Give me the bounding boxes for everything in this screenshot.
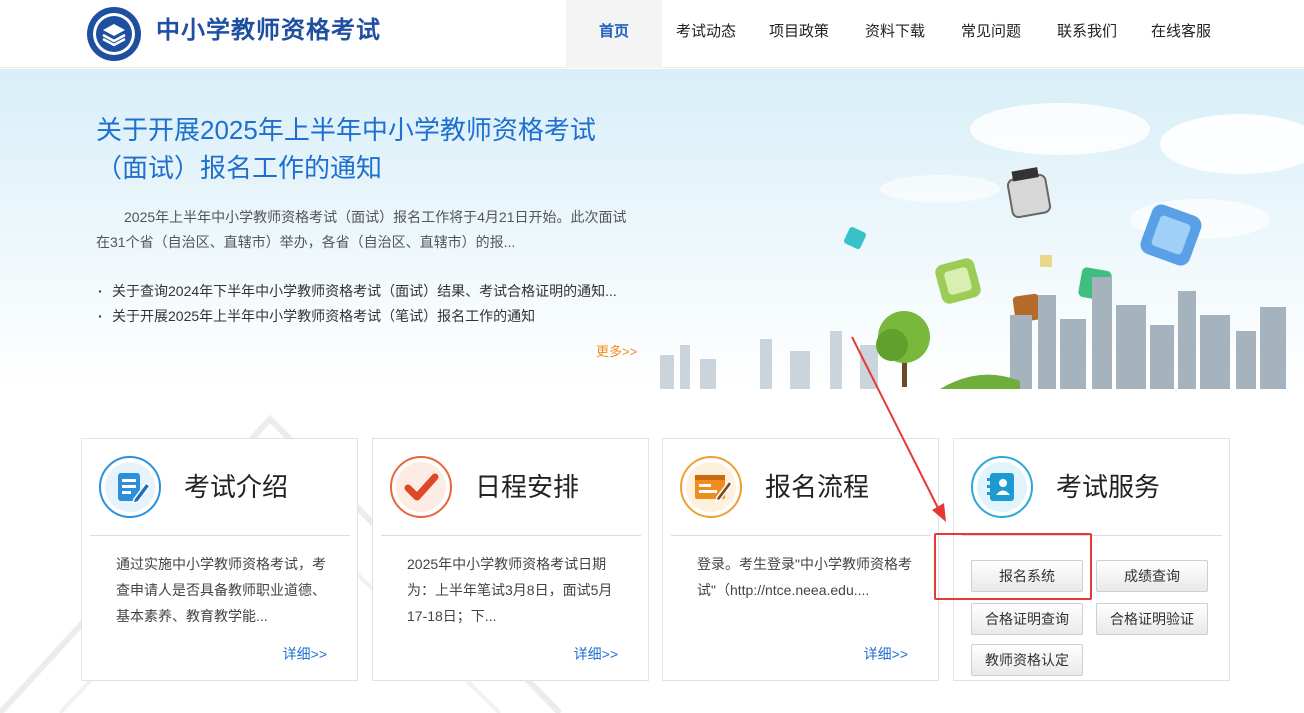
card-title[interactable]: 考试介绍 xyxy=(184,467,288,507)
site-header: 中小学教师资格考试 首页 考试动态 项目政策 资料下载 常见问题 联系我们 在线… xyxy=(0,0,1304,68)
card-title[interactable]: 日程安排 xyxy=(475,467,579,507)
card-detail-link[interactable]: 详细>> xyxy=(283,644,327,664)
nav-item-faq[interactable]: 常见问题 xyxy=(942,0,1040,68)
card-description: 2025年中小学教师资格考试日期为：上半年笔试3月8日，面试5月17-18日；下… xyxy=(407,556,613,624)
card-description: 通过实施中小学教师资格考试，考查申请人是否具备教师职业道德、基本素养、教育教学能… xyxy=(116,556,326,624)
card-detail-link[interactable]: 详细>> xyxy=(864,644,908,664)
card-header: 考试服务 xyxy=(962,439,1222,536)
hero-banner: 关于开展2025年上半年中小学教师资格考试（面试）报名工作的通知 2025年上半… xyxy=(0,69,1304,389)
card-schedule: 日程安排 2025年中小学教师资格考试日期为：上半年笔试3月8日，面试5月17-… xyxy=(372,438,649,681)
checkmark-icon xyxy=(390,456,452,518)
ntce-logo-icon[interactable] xyxy=(86,6,142,62)
nav-item-policy[interactable]: 项目政策 xyxy=(750,0,848,68)
card-exam-intro: 考试介绍 通过实施中小学教师资格考试，考查申请人是否具备教师职业道德、基本素养、… xyxy=(81,438,358,681)
news-list: 关于查询2024年下半年中小学教师资格考试（面试）结果、考试合格证明的通知...… xyxy=(96,279,656,329)
card-title[interactable]: 考试服务 xyxy=(1056,467,1160,507)
card-description: 登录。考生登录"中小学教师资格考试"（http://ntce.neea.edu.… xyxy=(697,556,912,598)
form-pencil-icon xyxy=(680,456,742,518)
headline-link[interactable]: 关于开展2025年上半年中小学教师资格考试（面试）报名工作的通知 xyxy=(96,111,636,187)
nav-item-home[interactable]: 首页 xyxy=(566,0,662,68)
card-header: 考试介绍 xyxy=(90,439,350,536)
annotation-highlight-box xyxy=(934,533,1092,600)
card-header: 报名流程 xyxy=(671,439,931,536)
card-detail-link[interactable]: 详细>> xyxy=(574,644,618,664)
teacher-qualification-button[interactable]: 教师资格认定 xyxy=(971,644,1083,676)
main-nav: 首页 考试动态 项目政策 资料下载 常见问题 联系我们 在线客服 xyxy=(566,0,1228,68)
site-title[interactable]: 中小学教师资格考试 xyxy=(156,14,381,48)
nav-item-downloads[interactable]: 资料下载 xyxy=(848,0,942,68)
edit-document-icon xyxy=(99,456,161,518)
certificate-inquiry-button[interactable]: 合格证明查询 xyxy=(971,603,1083,635)
banner-illustration xyxy=(660,103,1304,389)
certificate-verification-button[interactable]: 合格证明验证 xyxy=(1096,603,1208,635)
card-registration-process: 报名流程 登录。考生登录"中小学教师资格考试"（http://ntce.neea… xyxy=(662,438,939,681)
headline-summary: 2025年上半年中小学教师资格考试（面试）报名工作将于4月21日开始。此次面试在… xyxy=(96,209,627,250)
card-title[interactable]: 报名流程 xyxy=(765,467,869,507)
card-header: 日程安排 xyxy=(381,439,641,536)
nav-item-exam-news[interactable]: 考试动态 xyxy=(662,0,750,68)
nav-item-online-service[interactable]: 在线客服 xyxy=(1134,0,1228,68)
nav-item-contact[interactable]: 联系我们 xyxy=(1040,0,1134,68)
news-item[interactable]: 关于查询2024年下半年中小学教师资格考试（面试）结果、考试合格证明的通知... xyxy=(96,279,656,304)
more-news-link[interactable]: 更多>> xyxy=(596,341,637,360)
contacts-book-icon xyxy=(971,456,1033,518)
news-item[interactable]: 关于开展2025年上半年中小学教师资格考试（笔试）报名工作的通知 xyxy=(96,304,656,329)
score-inquiry-button[interactable]: 成绩查询 xyxy=(1096,560,1208,592)
